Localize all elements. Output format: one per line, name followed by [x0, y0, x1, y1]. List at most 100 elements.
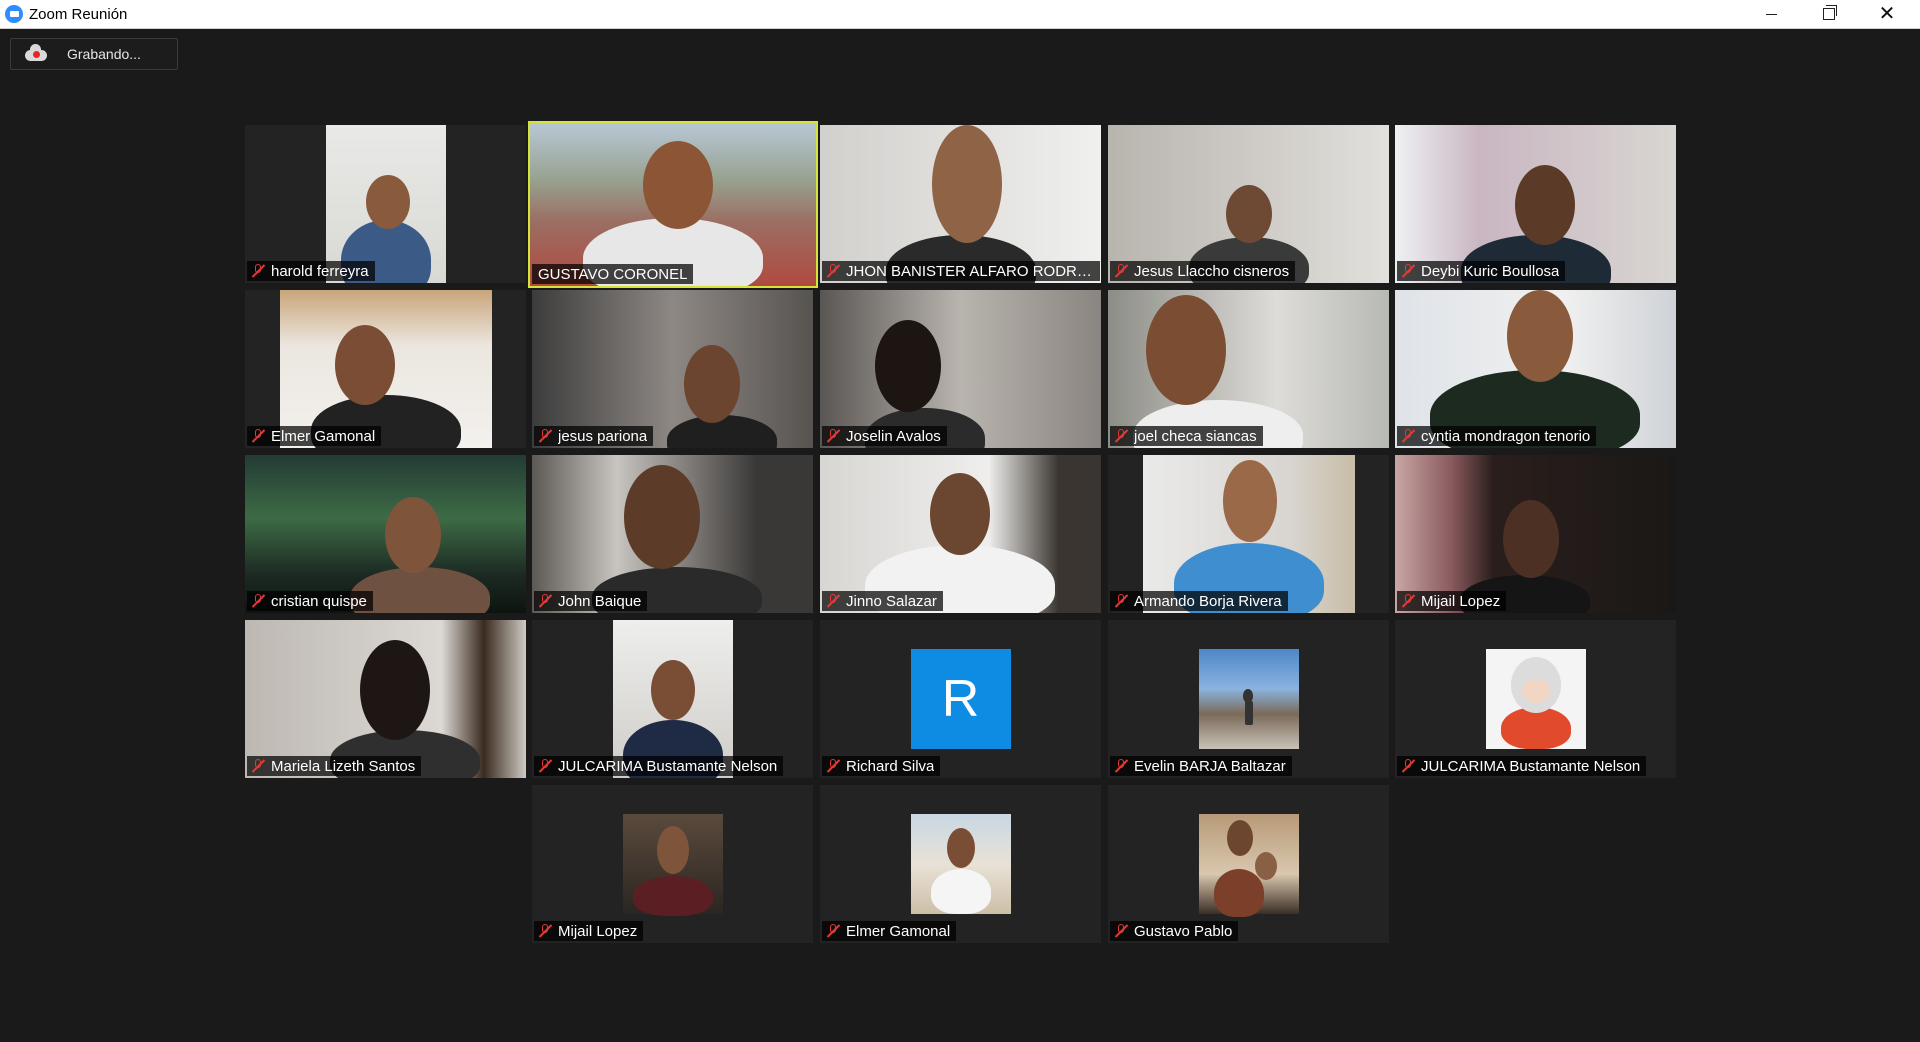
participant-tile[interactable]: harold ferreyra: [245, 125, 526, 283]
participant-name: Mijail Lopez: [1421, 592, 1501, 610]
close-button[interactable]: ✕: [1858, 0, 1916, 28]
participant-name: Richard Silva: [846, 757, 935, 775]
participant-nameplate: John Baique: [534, 591, 648, 611]
participant-tile[interactable]: JHON BANISTER ALFARO RODRIG...: [820, 125, 1101, 283]
participant-tile[interactable]: Elmer Gamonal: [820, 785, 1101, 943]
muted-mic-icon: [538, 594, 553, 608]
participant-nameplate: Elmer Gamonal: [822, 921, 957, 941]
muted-mic-icon: [251, 594, 266, 608]
participant-tile[interactable]: Mijail Lopez: [1395, 455, 1676, 613]
participant-tile[interactable]: Mijail Lopez: [532, 785, 813, 943]
participant-tile[interactable]: John Baique: [532, 455, 813, 613]
avatar: [1198, 649, 1299, 749]
participant-nameplate: Jinno Salazar: [822, 591, 943, 611]
participant-nameplate: Evelin BARJA Baltazar: [1110, 756, 1292, 776]
participant-name: JHON BANISTER ALFARO RODRIG...: [846, 262, 1094, 280]
participant-video: [1395, 125, 1676, 283]
participant-video: [820, 455, 1101, 613]
close-icon: ✕: [1878, 3, 1896, 25]
participant-tile[interactable]: Armando Borja Rivera: [1108, 455, 1389, 613]
participant-video: [532, 290, 813, 448]
participant-nameplate: Elmer Gamonal: [247, 426, 382, 446]
participant-tile[interactable]: JULCARIMA Bustamante Nelson: [1395, 620, 1676, 778]
participant-nameplate: Mijail Lopez: [534, 921, 644, 941]
participant-name: jesus pariona: [558, 427, 648, 445]
muted-mic-icon: [1401, 264, 1416, 278]
participant-name: John Baique: [558, 592, 642, 610]
participant-tile[interactable]: cristian quispe: [245, 455, 526, 613]
minimize-icon: [1765, 13, 1777, 15]
cloud-recording-icon: [25, 44, 47, 61]
participant-nameplate: Jesus Llaccho cisneros: [1110, 261, 1296, 281]
participant-name: Elmer Gamonal: [271, 427, 376, 445]
muted-mic-icon: [1401, 759, 1416, 773]
participant-tile[interactable]: cyntia mondragon tenorio: [1395, 290, 1676, 448]
restore-icon: [1823, 5, 1837, 20]
recording-indicator[interactable]: Grabando...: [10, 38, 178, 70]
participant-tile[interactable]: Gustavo Pablo: [1108, 785, 1389, 943]
participant-nameplate: joel checa siancas: [1110, 426, 1263, 446]
participant-name: Deybi Kuric Boullosa: [1421, 262, 1560, 280]
muted-mic-icon: [1401, 594, 1416, 608]
muted-mic-icon: [538, 924, 553, 938]
participant-tile[interactable]: Elmer Gamonal: [245, 290, 526, 448]
participant-video: [245, 455, 526, 613]
participant-nameplate: Mijail Lopez: [1397, 591, 1507, 611]
participant-video: [530, 123, 816, 286]
zoom-app-icon: [5, 5, 23, 23]
participant-nameplate: JULCARIMA Bustamante Nelson: [1397, 756, 1647, 776]
participant-tile[interactable]: jesus pariona: [532, 290, 813, 448]
participant-name: Jinno Salazar: [846, 592, 937, 610]
muted-mic-icon: [826, 924, 841, 938]
participant-video: [279, 290, 492, 448]
muted-mic-icon: [826, 759, 841, 773]
participant-name: Elmer Gamonal: [846, 922, 951, 940]
participant-name: Mariela Lizeth Santos: [271, 757, 416, 775]
avatar: [622, 814, 723, 916]
participant-name: Evelin BARJA Baltazar: [1134, 757, 1286, 775]
participant-tile[interactable]: Jesus Llaccho cisneros: [1108, 125, 1389, 283]
avatar: [1485, 649, 1586, 749]
participant-name: cristian quispe: [271, 592, 367, 610]
participant-video: [245, 620, 526, 778]
participant-tile[interactable]: Joselin Avalos: [820, 290, 1101, 448]
participant-video: [820, 290, 1101, 448]
muted-mic-icon: [1114, 594, 1129, 608]
avatar: [910, 814, 1011, 914]
muted-mic-icon: [251, 264, 266, 278]
participant-video: [532, 455, 813, 613]
participant-nameplate: harold ferreyra: [247, 261, 375, 281]
participant-tile[interactable]: R Richard Silva: [820, 620, 1101, 778]
muted-mic-icon: [538, 429, 553, 443]
participant-tile[interactable]: Jinno Salazar: [820, 455, 1101, 613]
muted-mic-icon: [826, 594, 841, 608]
muted-mic-icon: [251, 759, 266, 773]
participant-nameplate: Mariela Lizeth Santos: [247, 756, 422, 776]
participant-name: Jesus Llaccho cisneros: [1134, 262, 1290, 280]
participant-name: cyntia mondragon tenorio: [1421, 427, 1591, 445]
participant-video: [1395, 455, 1676, 613]
participant-tile[interactable]: Evelin BARJA Baltazar: [1108, 620, 1389, 778]
restore-button[interactable]: [1800, 0, 1858, 28]
participant-nameplate: cyntia mondragon tenorio: [1397, 426, 1597, 446]
minimize-button[interactable]: [1742, 0, 1800, 28]
window-titlebar: Zoom Reunión ✕: [0, 0, 1920, 29]
participant-video: [1142, 455, 1355, 613]
participant-nameplate: Richard Silva: [822, 756, 941, 776]
muted-mic-icon: [826, 264, 841, 278]
avatar: [1198, 814, 1299, 917]
participant-name: harold ferreyra: [271, 262, 369, 280]
muted-mic-icon: [251, 429, 266, 443]
participant-tile-active-speaker[interactable]: GUSTAVO CORONEL: [528, 121, 818, 288]
participant-nameplate: GUSTAVO CORONEL: [532, 264, 694, 284]
participant-name: JULCARIMA Bustamante Nelson: [558, 757, 778, 775]
participant-tile[interactable]: Deybi Kuric Boullosa: [1395, 125, 1676, 283]
participant-tile[interactable]: Mariela Lizeth Santos: [245, 620, 526, 778]
participant-nameplate: Gustavo Pablo: [1110, 921, 1239, 941]
participant-name: GUSTAVO CORONEL: [538, 265, 688, 283]
participant-tile[interactable]: JULCARIMA Bustamante Nelson: [532, 620, 813, 778]
muted-mic-icon: [1114, 924, 1129, 938]
participant-tile[interactable]: joel checa siancas: [1108, 290, 1389, 448]
muted-mic-icon: [1114, 429, 1129, 443]
participant-nameplate: Armando Borja Rivera: [1110, 591, 1288, 611]
